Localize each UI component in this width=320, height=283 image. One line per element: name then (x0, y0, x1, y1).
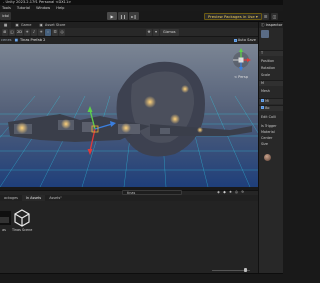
prefab-icon: ■ (14, 38, 18, 42)
unity-editor-window: - Unity 2023.2.17f1 Personal <DX11> Tool… (0, 0, 283, 283)
material-label: Material (261, 130, 275, 134)
toolbar-left: ictol (0, 12, 12, 20)
edit-collider-label[interactable]: Edit Colli (261, 115, 276, 119)
step-icon[interactable]: ▸❙ (129, 12, 139, 20)
box-collider-checkbox[interactable] (261, 106, 264, 109)
audio-icon[interactable]: ♪ (31, 29, 38, 36)
info-icon: ⓘ (261, 23, 265, 27)
box-collider-label: Bo (261, 106, 269, 110)
box-collider-name: Bo (265, 106, 270, 110)
is-trigger-label: Is Trigger (261, 124, 277, 128)
material-preview-sphere[interactable] (264, 154, 271, 161)
render-mode-icon[interactable]: ◫ (9, 29, 15, 36)
main-toolbar: ictol ▶ ❙❙ ▸❙ Preview Packages in Use ▾ … (0, 11, 283, 22)
rotation-label: Rotation (261, 66, 276, 70)
auto-save-label: Auto Save (237, 38, 256, 42)
effects-icon[interactable]: ☀ (38, 29, 45, 36)
preview-packages-dropdown[interactable]: Preview Packages in Use ▾ (204, 13, 262, 20)
draw-mode-icon[interactable]: ⊞ (2, 29, 8, 36)
position-label: Position (261, 59, 275, 63)
grid-icon[interactable]: ☲ (52, 29, 59, 36)
layout-icon[interactable]: ◫ (271, 13, 278, 20)
tools-icon[interactable]: ✥ (146, 29, 152, 36)
play-icon[interactable]: ▶ (107, 12, 117, 20)
breadcrumb-prefab[interactable]: ■ Tinas Prefab 2 (15, 37, 46, 44)
object-icon (261, 30, 269, 38)
scene-tools-right: ✥ ▾ Gizmos (146, 29, 179, 36)
breadcrumb-prefab-label: Tinas Prefab 2 (19, 38, 46, 42)
asset-thumbnail (13, 209, 31, 227)
transform-label: T (261, 51, 264, 55)
camera-dropdown-icon[interactable]: ▾ (153, 29, 159, 36)
scene-render[interactable]: < Persp (0, 44, 258, 187)
status-bar (0, 273, 283, 283)
auto-save-toggle[interactable]: Auto Save (233, 37, 256, 44)
scene-viewport[interactable]: < Persp (0, 44, 258, 187)
mesh-renderer-checkbox[interactable] (261, 99, 264, 102)
layers-icon[interactable]: ☰ (262, 13, 269, 20)
mesh-renderer-label: Mi (261, 99, 269, 103)
mesh-renderer-name: Mi (265, 99, 269, 103)
camera-settings-icon[interactable]: ◎ (59, 29, 66, 36)
inspector-panel: ⓘ Inspector T Position Rotation Scale M … (258, 22, 283, 273)
toolbar-account-label[interactable]: ictol (0, 12, 12, 20)
hidden-objects-icon[interactable]: ⬫ (45, 29, 52, 36)
mesh-label: Mesh (261, 89, 270, 93)
pause-icon[interactable]: ❙❙ (118, 12, 128, 20)
asset-name: Tinas Scene (12, 228, 33, 232)
scene-toolbar: ⊞ ◫ 2D ☀ ♪ ☀ ⬫ ☲ ◎ ✥ ▾ Gizmos (0, 28, 258, 37)
scale-label: Scale (261, 73, 271, 77)
asset-grid: as Tinas Scene (0, 201, 258, 273)
breadcrumb: cenes ■ Tinas Prefab 2 Auto Save (0, 37, 258, 44)
thumbnail-size-slider-handle[interactable] (244, 268, 247, 272)
inspector-tab[interactable]: ⓘ Inspector (259, 22, 283, 28)
unity-scene-icon (14, 209, 30, 227)
play-controls: ▶ ❙❙ ▸❙ (107, 12, 139, 20)
persp-label[interactable]: < Persp (234, 75, 249, 79)
scene-tools-left: ⊞ ◫ 2D ☀ ♪ ☀ ⬫ ☲ ◎ (2, 29, 66, 36)
asset-item[interactable]: Tinas Scene (12, 209, 32, 235)
size-label: Size (261, 142, 268, 146)
breadcrumb-scenes[interactable]: cenes (1, 37, 12, 44)
auto-save-checkbox[interactable] (233, 39, 237, 42)
center-label: Center (261, 136, 273, 140)
toggle-2d-button[interactable]: 2D (16, 29, 24, 36)
gizmos-dropdown[interactable]: Gizmos (160, 29, 179, 36)
lighting-icon[interactable]: ☀ (24, 29, 31, 36)
inspector-title: Inspector (265, 23, 283, 27)
mesh-filter-label: M (261, 81, 264, 85)
